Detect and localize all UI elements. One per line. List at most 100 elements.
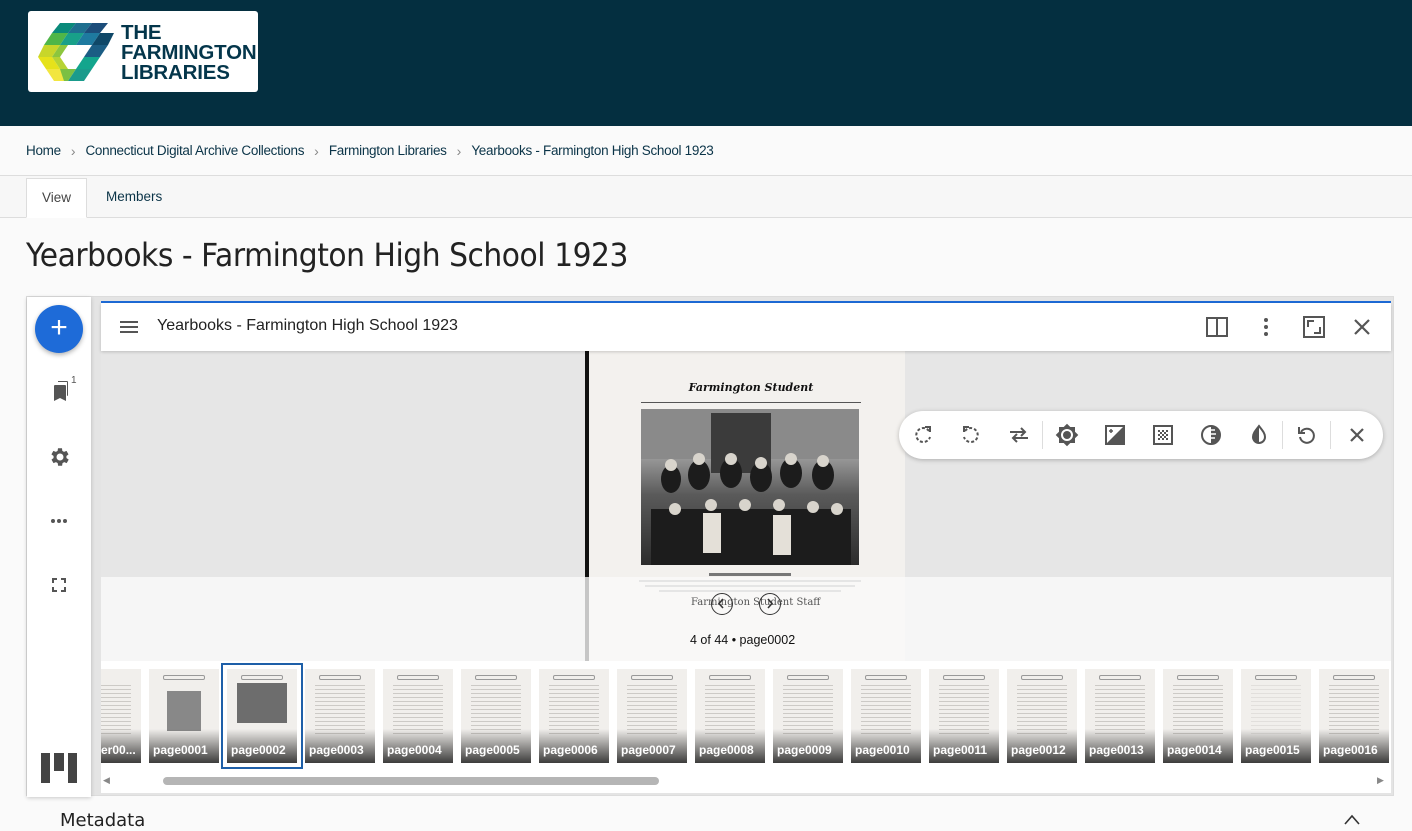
thumbnail-page0007[interactable]: page0007 xyxy=(617,669,687,763)
window-header: Yearbooks - Farmington High School 1923 xyxy=(101,303,1391,351)
scroll-right-arrow-icon[interactable]: ▶ xyxy=(1377,775,1387,787)
scrollbar-thumb[interactable] xyxy=(163,777,659,785)
site-header: THE FARMINGTON LIBRARIES xyxy=(0,0,1412,126)
scroll-left-arrow-icon[interactable]: ◀ xyxy=(103,775,113,787)
thumbnail-label: page0003 xyxy=(305,729,375,763)
previous-page-button[interactable] xyxy=(711,593,733,615)
bookmark-count-badge: 1 xyxy=(71,375,77,386)
book-view-icon[interactable] xyxy=(1205,315,1229,339)
thumbnail-label: er00... xyxy=(101,729,141,763)
thumbnail-page0004[interactable]: page0004 xyxy=(383,669,453,763)
thumbnail-page0013[interactable]: page0013 xyxy=(1085,669,1155,763)
thumbnail-label: page0012 xyxy=(1007,729,1077,763)
image-tools-toolbar xyxy=(899,411,1383,459)
thumbnail-page0002[interactable]: page0002 xyxy=(221,663,303,769)
thumbnail-page0011[interactable]: page0011 xyxy=(929,669,999,763)
thumbnail-label: page0013 xyxy=(1085,729,1155,763)
tab-members[interactable]: Members xyxy=(91,178,177,218)
page-heading: Farmington Student xyxy=(641,381,861,403)
logo-text: THE FARMINGTON LIBRARIES xyxy=(121,21,257,84)
maximize-icon[interactable] xyxy=(1302,315,1326,339)
close-icon[interactable] xyxy=(1345,423,1369,447)
thumbnail-page0005[interactable]: page0005 xyxy=(461,669,531,763)
chevron-up-icon[interactable] xyxy=(1342,812,1362,826)
fullscreen-icon[interactable] xyxy=(47,573,71,597)
toolbar-divider xyxy=(1330,421,1331,449)
breadcrumb-home[interactable]: Home xyxy=(26,143,61,158)
group-photo xyxy=(641,409,859,565)
workspace-side-rail: + 1 xyxy=(27,297,91,797)
thumbnail-label: page0006 xyxy=(539,729,609,763)
image-canvas[interactable]: Farmington Student Farmington Student St… xyxy=(101,351,1391,661)
thumbnail-label: page0011 xyxy=(929,729,999,763)
thumbnail-label: page0005 xyxy=(461,729,531,763)
logo-mark-icon xyxy=(38,23,114,81)
reset-icon[interactable] xyxy=(1295,423,1319,447)
menu-icon[interactable] xyxy=(119,317,139,337)
metadata-heading[interactable]: Metadata xyxy=(60,810,145,831)
farmington-libraries-logo[interactable]: THE FARMINGTON LIBRARIES xyxy=(28,11,258,92)
add-resource-button[interactable]: + xyxy=(35,305,83,353)
flip-icon[interactable] xyxy=(1007,423,1031,447)
canvas-info-overlay xyxy=(101,577,1391,661)
breadcrumb-cda-collections[interactable]: Connecticut Digital Archive Collections xyxy=(85,143,304,158)
tab-bar: View Members xyxy=(0,176,1412,218)
thumbnail-page0001[interactable]: page0001 xyxy=(149,669,219,763)
thumbnail-label: page0004 xyxy=(383,729,453,763)
thumbnail-page0012[interactable]: page0012 xyxy=(1007,669,1077,763)
window-title: Yearbooks - Farmington High School 1923 xyxy=(157,317,458,334)
thumbnail-label: page0014 xyxy=(1163,729,1233,763)
invert-icon[interactable] xyxy=(1247,423,1271,447)
more-vert-icon[interactable] xyxy=(1254,315,1278,339)
toolbar-divider xyxy=(1282,421,1283,449)
saturation-icon[interactable] xyxy=(1151,423,1175,447)
breadcrumb-farmington-libraries[interactable]: Farmington Libraries xyxy=(329,143,447,158)
thumbnail-strip: er00... page0001 page0002 page0003 page0… xyxy=(101,661,1391,773)
thumbnail-page0009[interactable]: page0009 xyxy=(773,669,843,763)
thumbnail-label: page0010 xyxy=(851,729,921,763)
breadcrumb-separator: › xyxy=(456,142,462,159)
thumbnail-page0006[interactable]: page0006 xyxy=(539,669,609,763)
thumbnail-cover[interactable]: er00... xyxy=(101,669,141,763)
rotate-left-icon[interactable] xyxy=(959,423,983,447)
thumbnail-label: page0009 xyxy=(773,729,843,763)
grayscale-icon[interactable] xyxy=(1199,423,1223,447)
thumbnail-scrollbar[interactable]: ◀ ▶ xyxy=(101,773,1391,789)
chevron-left-icon xyxy=(717,598,724,609)
thumbnail-label: page0015 xyxy=(1241,729,1311,763)
breadcrumb: Home › Connecticut Digital Archive Colle… xyxy=(0,126,1412,176)
brightness-icon[interactable] xyxy=(1055,423,1079,447)
chevron-right-icon xyxy=(767,598,774,609)
page-status: 4 of 44 • page0002 xyxy=(690,633,796,647)
toolbar-divider xyxy=(1042,421,1043,449)
thumbnail-page0014[interactable]: page0014 xyxy=(1163,669,1233,763)
thumbnail-page0003[interactable]: page0003 xyxy=(305,669,375,763)
more-horiz-icon[interactable] xyxy=(47,509,71,533)
breadcrumb-separator: › xyxy=(314,142,319,159)
group-photo-figures-icon xyxy=(641,409,859,565)
rotate-right-icon[interactable] xyxy=(911,423,935,447)
thumbnail-page0010[interactable]: page0010 xyxy=(851,669,921,763)
breadcrumb-separator: › xyxy=(70,142,76,159)
thumbnail-page0016[interactable]: page0016 xyxy=(1319,669,1389,763)
logo-line-1: THE xyxy=(121,21,162,44)
contrast-icon[interactable] xyxy=(1103,423,1127,447)
thumbnail-page0015[interactable]: page0015 xyxy=(1241,669,1311,763)
thumbnail-label: page0007 xyxy=(617,729,687,763)
breadcrumb-current: Yearbooks - Farmington High School 1923 xyxy=(471,143,714,158)
mirador-logo-icon[interactable] xyxy=(41,749,77,785)
page-title: Yearbooks - Farmington High School 1923 xyxy=(26,236,628,274)
mirador-viewer: + 1 Yearbooks - Farmington High School 1… xyxy=(26,296,1394,797)
close-icon[interactable] xyxy=(1350,315,1374,339)
thumbnail-label: page0016 xyxy=(1319,729,1389,763)
gear-icon[interactable] xyxy=(47,445,71,469)
next-page-button[interactable] xyxy=(759,593,781,615)
thumbnail-label: page0002 xyxy=(227,729,297,763)
logo-line-3: LIBRARIES xyxy=(121,61,230,84)
thumbnail-page0008[interactable]: page0008 xyxy=(695,669,765,763)
logo-line-2: FARMINGTON xyxy=(121,41,257,64)
bookmark-icon[interactable] xyxy=(47,379,71,403)
viewer-window: Yearbooks - Farmington High School 1923 … xyxy=(101,301,1391,793)
thumbnail-label: page0001 xyxy=(149,729,219,763)
tab-view[interactable]: View xyxy=(26,178,88,218)
